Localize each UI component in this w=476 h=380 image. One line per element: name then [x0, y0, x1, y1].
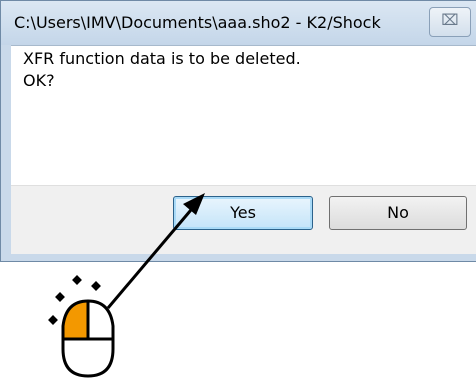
annotation-overlay: [48, 193, 205, 378]
pointer-arrow-icon: [106, 193, 205, 309]
mouse-left-click-icon: [61, 299, 115, 378]
